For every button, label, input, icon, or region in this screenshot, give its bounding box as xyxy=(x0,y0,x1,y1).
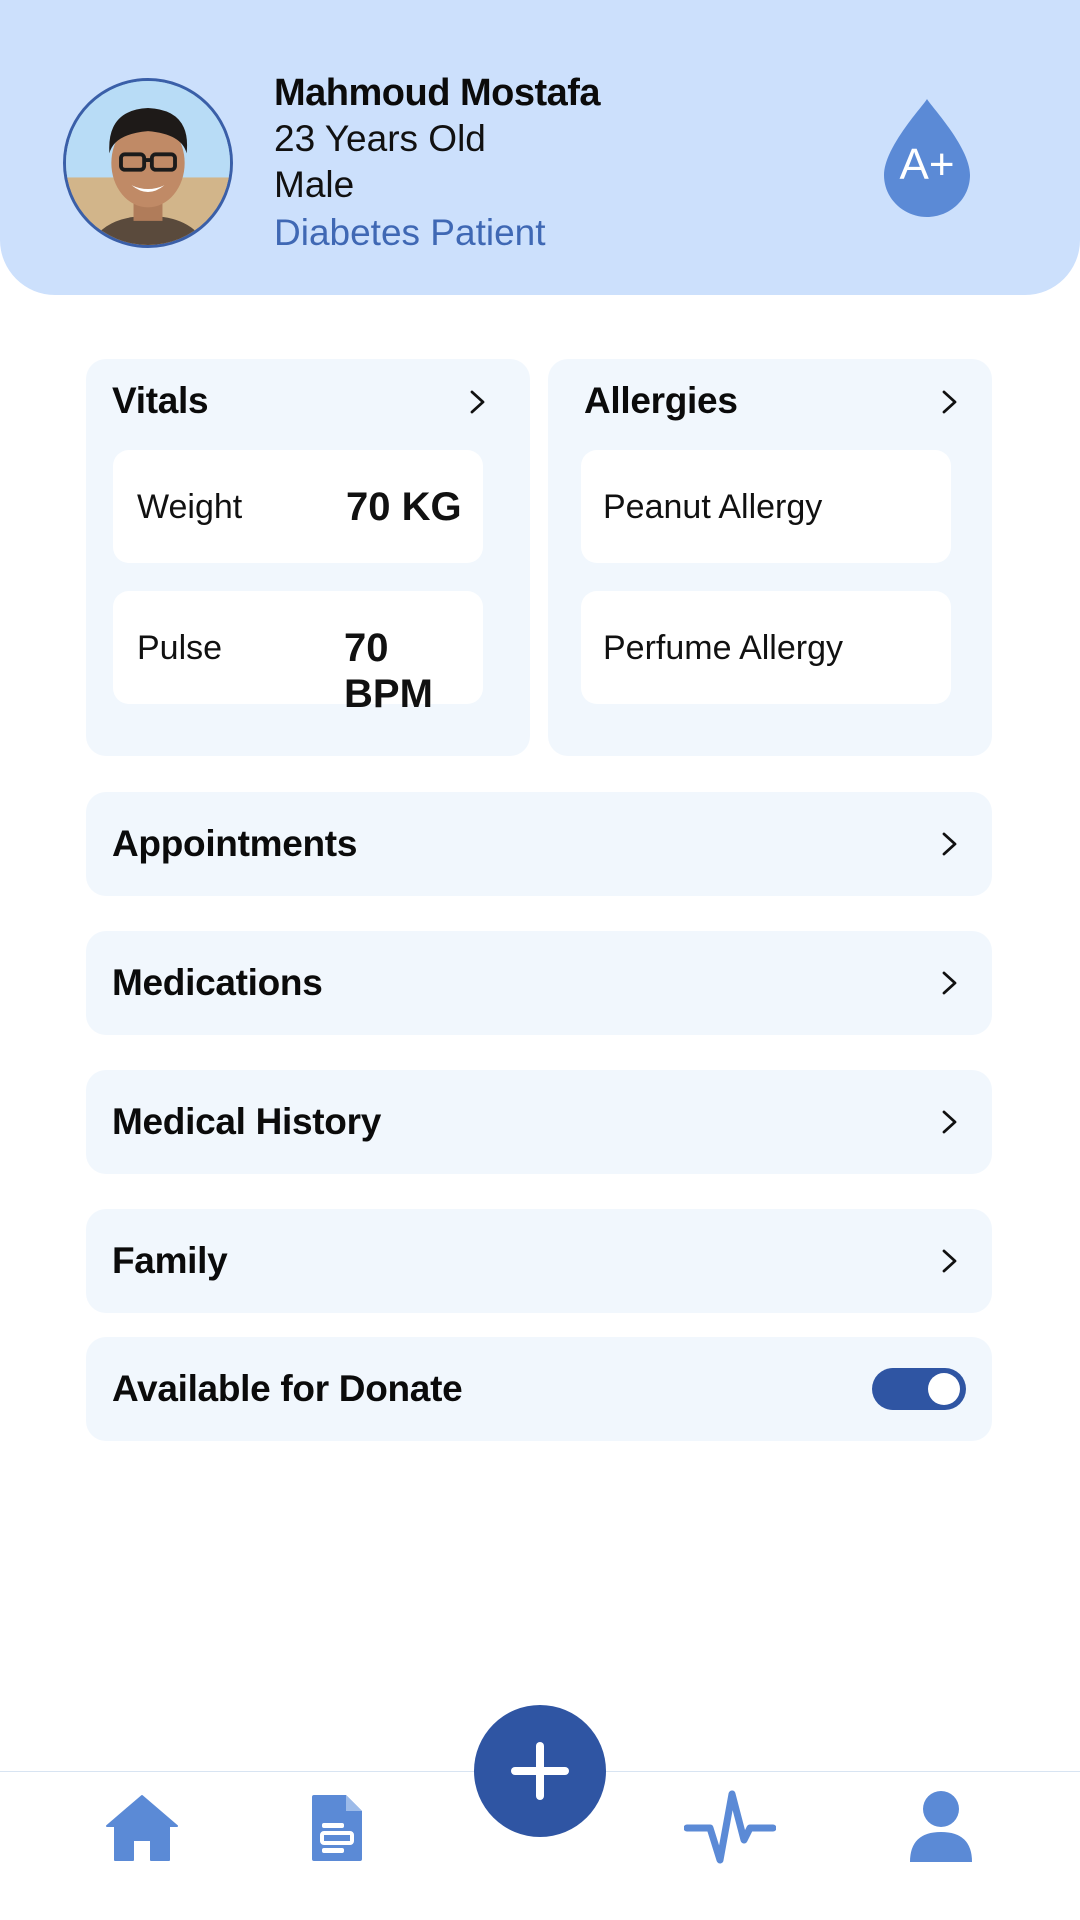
allergies-card[interactable]: Allergies Peanut Allergy Perfume Allergy xyxy=(548,359,992,756)
row-label: Medical History xyxy=(112,1101,381,1142)
row-label: Medications xyxy=(112,962,323,1003)
home-icon[interactable] xyxy=(105,1794,179,1862)
allergy-label: Peanut Allergy xyxy=(603,488,823,526)
allergy-item: Peanut Allergy xyxy=(581,450,951,563)
patient-gender: Male xyxy=(274,164,355,205)
vital-value: 70 BPM xyxy=(344,626,433,716)
donate-label: Available for Donate xyxy=(112,1368,463,1409)
row-label: Appointments xyxy=(112,823,358,864)
patient-name: Mahmoud Mostafa xyxy=(274,72,601,114)
vitals-card[interactable]: Vitals Weight 70 KG Pulse 70 BPM xyxy=(86,359,530,756)
vitals-title: Vitals xyxy=(112,380,209,421)
avatar-photo xyxy=(66,81,230,245)
toggle-knob xyxy=(928,1373,960,1405)
vital-label: Weight xyxy=(137,488,243,526)
vital-value: 70 KG xyxy=(346,485,462,529)
chevron-right-icon xyxy=(942,1110,957,1134)
patient-age: 23 Years Old xyxy=(274,118,486,159)
chevron-right-icon[interactable] xyxy=(467,389,489,415)
document-icon[interactable] xyxy=(310,1793,364,1863)
add-button[interactable] xyxy=(474,1705,606,1837)
medications-row[interactable]: Medications xyxy=(86,931,992,1035)
vital-label: Pulse xyxy=(137,629,223,667)
row-label: Family xyxy=(112,1240,228,1281)
chevron-right-icon xyxy=(942,971,957,995)
allergies-title: Allergies xyxy=(584,380,738,421)
avatar[interactable] xyxy=(63,78,233,248)
allergy-label: Perfume Allergy xyxy=(603,629,843,667)
chevron-right-icon[interactable] xyxy=(939,389,961,415)
donate-row: Available for Donate xyxy=(86,1337,992,1441)
pulse-icon[interactable] xyxy=(684,1790,776,1864)
profile-icon[interactable] xyxy=(908,1790,974,1864)
vital-pulse: Pulse 70 BPM xyxy=(113,591,483,716)
blood-type: A+ xyxy=(899,140,955,189)
allergy-item: Perfume Allergy xyxy=(581,591,951,704)
patient-condition: Diabetes Patient xyxy=(274,212,546,253)
medical-history-row[interactable]: Medical History xyxy=(86,1070,992,1174)
profile-info: Mahmoud Mostafa 23 Years Old Male Diabet… xyxy=(274,70,601,258)
chevron-right-icon xyxy=(942,1249,957,1273)
add-icon xyxy=(511,1742,569,1800)
family-row[interactable]: Family xyxy=(86,1209,992,1313)
donate-toggle[interactable] xyxy=(872,1368,966,1410)
patient-profile-screen: Mahmoud Mostafa 23 Years Old Male Diabet… xyxy=(0,0,1080,1920)
appointments-row[interactable]: Appointments xyxy=(86,792,992,896)
vital-weight: Weight 70 KG xyxy=(113,450,483,563)
profile-header: Mahmoud Mostafa 23 Years Old Male Diabet… xyxy=(0,0,1080,295)
chevron-right-icon xyxy=(942,832,957,856)
